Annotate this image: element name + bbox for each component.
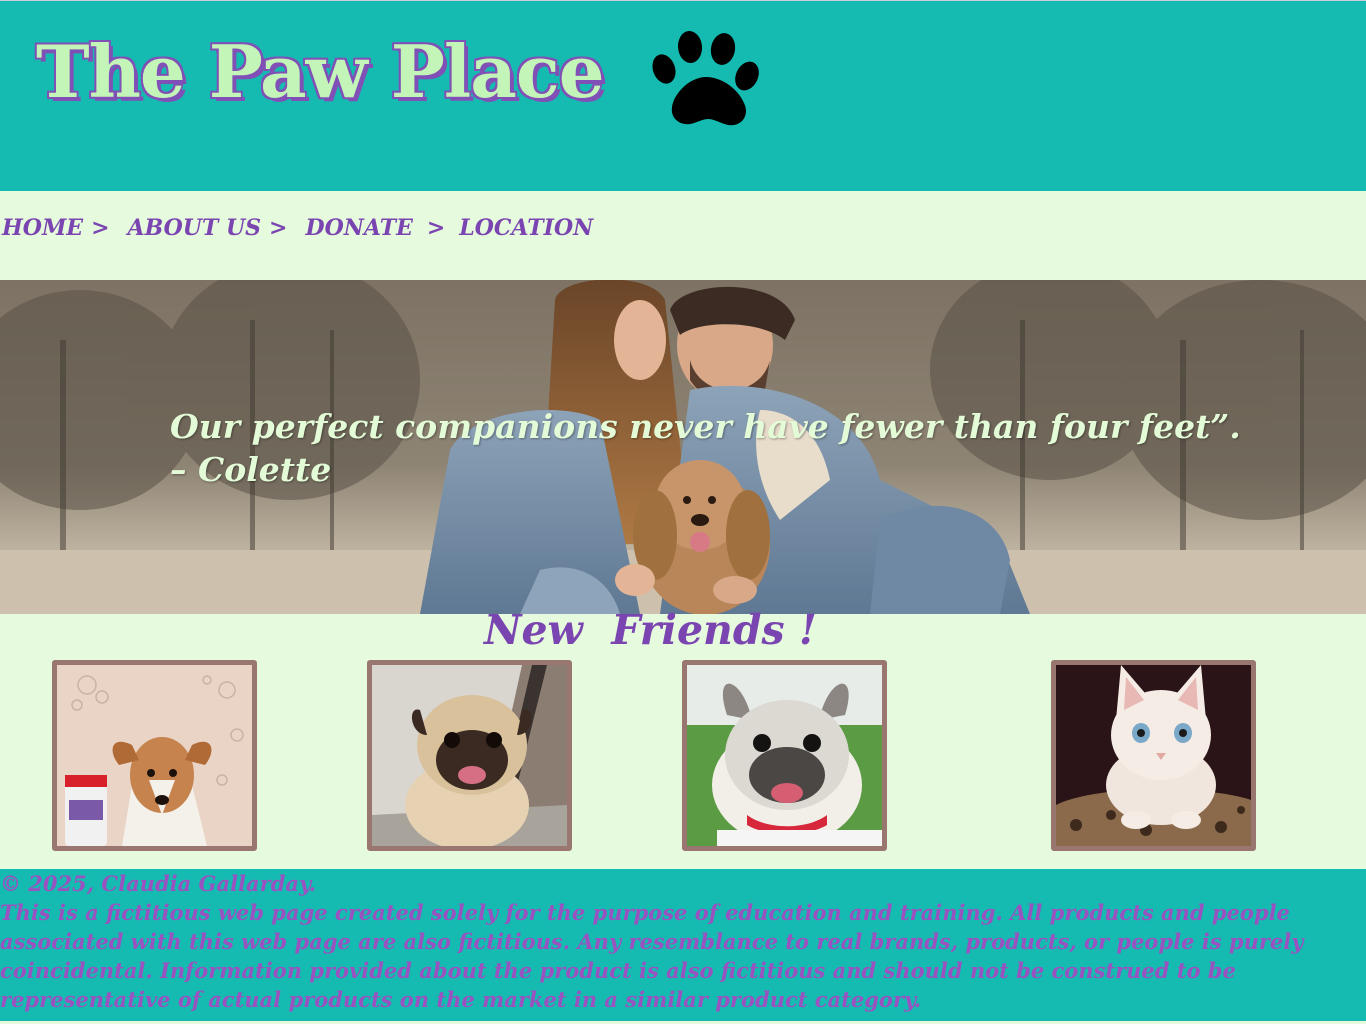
footer-copyright: © 2025, Claudia Gallarday.: [0, 871, 317, 896]
pet-card-kitten[interactable]: [1051, 660, 1256, 851]
pet-card-french-bulldog[interactable]: [682, 660, 887, 851]
jack-russell-photo: [57, 665, 252, 846]
breadcrumb-separator: >: [91, 215, 110, 241]
pug-photo: [372, 665, 567, 846]
pet-card-pug[interactable]: [367, 660, 572, 851]
footer-text: © 2025, Claudia Gallarday. This is a fic…: [0, 869, 1340, 1014]
site-header: The Paw Place: [0, 0, 1366, 191]
site-footer: © 2025, Claudia Gallarday. This is a fic…: [0, 869, 1366, 1024]
nav-location-link[interactable]: LOCATION: [459, 215, 593, 241]
french-bulldog-photo: [687, 665, 882, 846]
hero-quote-text: Our perfect companions never have fewer …: [170, 407, 1241, 446]
hero-banner: Our perfect companions never have fewer …: [0, 280, 1366, 614]
paw-print-icon: [652, 31, 759, 126]
kitten-photo: [1056, 665, 1251, 846]
footer-disclaimer-line: representative of actual products on the…: [0, 987, 922, 1012]
hero-quote-author: – Colette: [170, 450, 332, 489]
breadcrumb-separator: >: [426, 215, 446, 241]
footer-disclaimer-line: This is a fictitious web page created so…: [0, 900, 1290, 925]
footer-disclaimer-line: coincidental. Information provided about…: [0, 958, 1236, 983]
hero-quote: Our perfect companions never have fewer …: [170, 405, 1241, 491]
new-friends-heading: New Friends !: [484, 606, 817, 654]
breadcrumb-separator: >: [269, 215, 288, 241]
nav-donate-link[interactable]: DONATE: [305, 215, 412, 241]
breadcrumb-nav: HOME > ABOUT US > DONATE > LOCATION: [0, 191, 1366, 280]
nav-home-link[interactable]: HOME: [2, 215, 83, 241]
pet-card-jack-russell[interactable]: [52, 660, 257, 851]
nav-about-link[interactable]: ABOUT US: [128, 215, 262, 241]
breadcrumb: HOME > ABOUT US > DONATE > LOCATION: [2, 215, 593, 241]
site-title[interactable]: The Paw Place: [35, 28, 606, 116]
footer-disclaimer-line: associated with this web page are also f…: [0, 929, 1304, 954]
